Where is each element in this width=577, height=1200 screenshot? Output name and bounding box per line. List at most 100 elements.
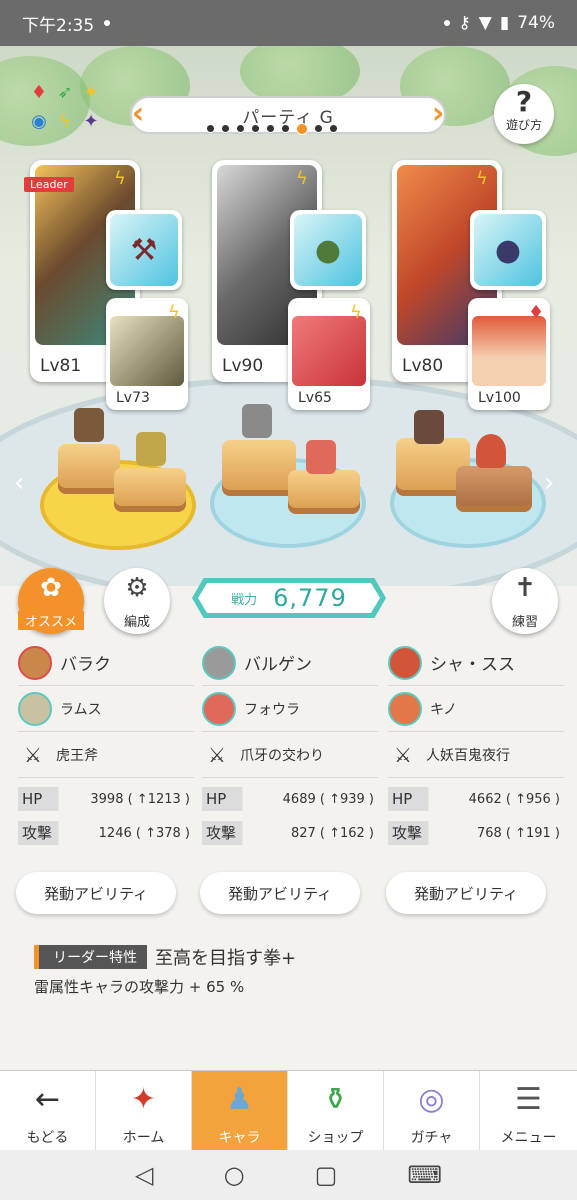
attack-label: 攻撃 <box>202 821 260 845</box>
back-arrow-icon: ← <box>34 1082 61 1117</box>
nav-shop[interactable]: ⚱ ショップ <box>288 1071 384 1151</box>
element-filter[interactable]: ♦ ➶ ✦ ◉ ϟ ✦ <box>28 82 104 138</box>
character-portrait <box>472 316 546 386</box>
weapon-slot[interactable]: ● <box>470 210 546 290</box>
ability-button[interactable]: 発動アビリティ <box>200 872 360 914</box>
main-character-row[interactable]: バラク <box>18 640 194 686</box>
help-button[interactable]: ? 遊び方 <box>494 84 554 144</box>
character-level: Lv100 <box>478 390 521 406</box>
battery-icon: ▮ <box>499 13 510 33</box>
partner-row[interactable]: キノ <box>388 686 564 732</box>
page-dot[interactable] <box>221 124 230 133</box>
next-arrow-icon[interactable]: › <box>544 468 554 498</box>
next-party-button[interactable]: › <box>426 96 450 134</box>
nav-gacha[interactable]: ◎ ガチャ <box>384 1071 480 1151</box>
page-dot[interactable] <box>236 124 245 133</box>
nav-label: キャラ <box>218 1130 261 1146</box>
help-label: 遊び方 <box>505 118 542 132</box>
bottom-nav: ← もどる ✦ ホーム ♟ キャラ ⚱ ショップ ◎ ガチャ ☰ メニュー <box>0 1070 577 1151</box>
hp-stat: HP 3998 ( ↑1213 ) <box>18 786 194 812</box>
ability-button[interactable]: 発動アビリティ <box>386 872 546 914</box>
member-column: バルゲン フォウラ ⚔ 爪牙の交わり HP 4689 ( ↑939 ) 攻撃 8… <box>200 640 378 914</box>
page-dot-active[interactable] <box>296 123 308 135</box>
thunder-element-icon: ϟ <box>114 168 126 189</box>
thunder-element-icon: ϟ <box>476 168 488 189</box>
gamepad-icon[interactable]: ⌨ <box>407 1161 442 1189</box>
hp-label: HP <box>202 787 260 811</box>
thunder-element-icon: ϟ <box>296 168 308 189</box>
notification-dot-icon <box>444 20 451 26</box>
weapon-icon: ⚔ <box>208 742 226 767</box>
ability-button[interactable]: 発動アビリティ <box>16 872 176 914</box>
gacha-icon: ◎ <box>418 1082 445 1117</box>
block <box>114 468 186 512</box>
block <box>222 440 296 496</box>
avatar <box>18 645 52 680</box>
leader-skill-name: 至高を目指す拳+ <box>155 948 297 969</box>
status-time: 下午2:35 <box>22 15 95 36</box>
nav-chara[interactable]: ♟ キャラ <box>192 1071 288 1151</box>
formation-icon: ⚙ <box>125 573 149 603</box>
character-name: バルゲン <box>244 655 312 675</box>
hp-value: 4662 ( ↑956 ) <box>468 791 560 807</box>
weapon-row[interactable]: ⚔ 爪牙の交わり <box>202 732 378 778</box>
orb-icon: ● <box>294 214 362 286</box>
page-dot[interactable] <box>266 124 275 133</box>
nav-home[interactable]: ✦ ホーム <box>96 1071 192 1151</box>
weapon-slot[interactable]: ● <box>290 210 366 290</box>
character-portrait <box>110 316 184 386</box>
power-value: 6,779 <box>273 584 347 612</box>
back-triangle-icon[interactable]: ◁ <box>135 1161 153 1189</box>
weapon-name: 人妖百鬼夜行 <box>426 747 510 764</box>
menu-icon: ☰ <box>515 1082 542 1117</box>
avatar <box>18 691 52 726</box>
main-character-row[interactable]: シャ・スス <box>388 640 564 686</box>
home-circle-icon[interactable]: ○ <box>224 1161 245 1189</box>
page-dot[interactable] <box>251 124 260 133</box>
leader-skill-description: 雷属性キャラの攻撃力 + 65 % <box>34 978 245 996</box>
page-dot[interactable] <box>329 124 338 133</box>
main-character-row[interactable]: バルゲン <box>202 640 378 686</box>
chara-icon: ♟ <box>226 1082 253 1117</box>
character-portrait <box>292 316 366 386</box>
character-sprite <box>242 404 272 438</box>
weapon-icon: ⚔ <box>24 742 42 767</box>
hp-stat: HP 4689 ( ↑939 ) <box>202 786 378 812</box>
nav-label: もどる <box>26 1130 69 1146</box>
thunder-element-icon: ϟ <box>59 111 71 132</box>
weapon-row[interactable]: ⚔ 虎王斧 <box>18 732 194 778</box>
partner-name: フォウラ <box>244 701 300 718</box>
page-dot[interactable] <box>206 124 215 133</box>
leader-skill-tag: リーダー特性 <box>34 945 147 969</box>
character-level: Lv73 <box>116 390 150 406</box>
training-button[interactable]: ✝ 練習 <box>492 568 558 634</box>
partner-row[interactable]: フォウラ <box>202 686 378 732</box>
status-bar: 下午2:35 ⚷ ▼ ▮ 74% <box>0 0 577 46</box>
prev-party-button[interactable]: ‹ <box>126 96 150 134</box>
prev-arrow-icon[interactable]: ‹ <box>14 468 24 498</box>
weapon-slot[interactable]: ⚒ <box>106 210 182 290</box>
training-label: 練習 <box>511 615 538 630</box>
attack-stat: 攻撃 827 ( ↑162 ) <box>202 820 378 846</box>
member-column: シャ・スス キノ ⚔ 人妖百鬼夜行 HP 4662 ( ↑956 ) 攻撃 76… <box>386 640 564 914</box>
power-display: 戦力 6,779 <box>192 578 386 618</box>
weapon-icon: ⚔ <box>394 742 412 767</box>
nav-menu[interactable]: ☰ メニュー <box>480 1071 577 1151</box>
formation-button[interactable]: ⚙ 編成 <box>104 568 170 634</box>
orb-icon: ● <box>474 214 542 286</box>
training-dummy-icon: ✝ <box>514 573 536 603</box>
nav-label: ショップ <box>307 1130 364 1146</box>
recents-square-icon[interactable]: ▢ <box>315 1161 338 1189</box>
nav-back[interactable]: ← もどる <box>0 1071 96 1151</box>
nav-label: ガチャ <box>410 1130 453 1146</box>
attack-value: 768 ( ↑191 ) <box>476 825 560 841</box>
home-icon: ✦ <box>130 1082 157 1117</box>
partner-row[interactable]: ラムス <box>18 686 194 732</box>
recommend-label: オススメ <box>18 611 84 630</box>
recommend-button[interactable]: ✿ オススメ <box>18 568 84 634</box>
member-column: バラク ラムス ⚔ 虎王斧 HP 3998 ( ↑1213 ) 攻撃 1246 … <box>16 640 194 914</box>
page-dot[interactable] <box>314 124 323 133</box>
weapon-row[interactable]: ⚔ 人妖百鬼夜行 <box>388 732 564 778</box>
page-dot[interactable] <box>281 124 290 133</box>
formation-label: 編成 <box>123 615 150 630</box>
